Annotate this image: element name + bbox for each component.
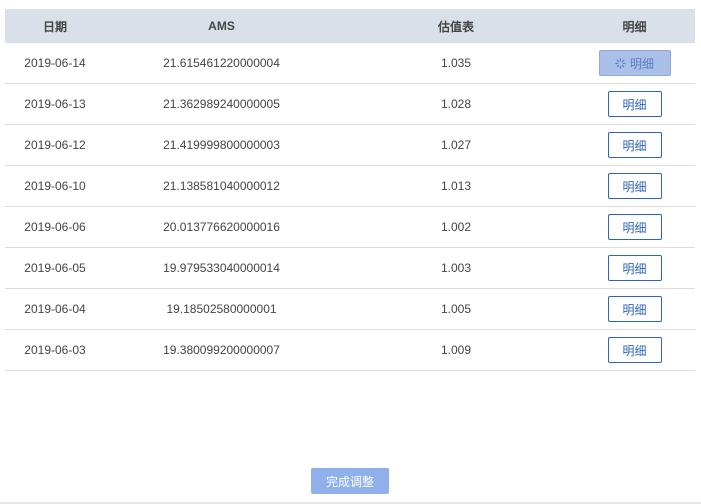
cell-detail: 明细 bbox=[574, 337, 695, 363]
cell-ams: 19.380099200000007 bbox=[163, 343, 280, 357]
cell-valuation: 1.028 bbox=[440, 97, 472, 111]
cell-date: 2019-06-10 bbox=[24, 179, 86, 193]
spinner-icon bbox=[615, 57, 626, 69]
cell-valuation: 1.003 bbox=[440, 261, 472, 275]
detail-button[interactable]: 明细 bbox=[607, 214, 662, 240]
detail-button[interactable]: 明细 bbox=[607, 173, 662, 199]
cell-date: 2019-06-06 bbox=[24, 220, 86, 234]
cell-ams: 20.013776620000016 bbox=[163, 220, 280, 234]
cell-valuation: 1.027 bbox=[440, 138, 472, 152]
cell-date: 2019-06-14 bbox=[24, 56, 86, 70]
detail-button[interactable]: 明细 bbox=[607, 296, 662, 322]
table-row: 2019-06-04 19.18502580000001 1.005 明细 bbox=[5, 289, 695, 330]
cell-date: 2019-06-04 bbox=[24, 302, 86, 316]
table-row: 2019-06-14 21.615461220000004 1.035 明细 bbox=[5, 43, 695, 84]
table-row: 2019-06-12 21.419999800000003 1.027 明细 bbox=[5, 125, 695, 166]
cell-date: 2019-06-12 bbox=[24, 138, 86, 152]
cell-detail: 明细 bbox=[574, 91, 695, 117]
detail-button-label: 明细 bbox=[629, 56, 654, 71]
table-row: 2019-06-13 21.362989240000005 1.028 明细 bbox=[5, 84, 695, 125]
detail-button[interactable]: 明细 bbox=[607, 337, 662, 363]
cell-date: 2019-06-13 bbox=[24, 97, 86, 111]
cell-ams: 21.138581040000012 bbox=[163, 179, 280, 193]
cell-ams: 21.362989240000005 bbox=[163, 97, 280, 111]
cell-valuation: 1.013 bbox=[440, 179, 472, 193]
data-table: 日期 AMS 估值表 明细 2019-06-14 21.615461220000… bbox=[5, 9, 695, 371]
table-row: 2019-06-05 19.979533040000014 1.003 明细 bbox=[5, 248, 695, 289]
cell-detail: 明细 bbox=[574, 255, 695, 281]
cell-date: 2019-06-03 bbox=[24, 343, 86, 357]
cell-detail: 明细 bbox=[574, 50, 695, 76]
cell-ams: 21.419999800000003 bbox=[163, 138, 280, 152]
page: 日期 AMS 估值表 明细 2019-06-14 21.615461220000… bbox=[0, 0, 701, 504]
header-date: 日期 bbox=[42, 19, 67, 34]
table-row: 2019-06-10 21.138581040000012 1.013 明细 bbox=[5, 166, 695, 207]
detail-button[interactable]: 明细 bbox=[607, 132, 662, 158]
cell-ams: 19.18502580000001 bbox=[166, 302, 277, 316]
table-header: 日期 AMS 估值表 明细 bbox=[5, 9, 695, 43]
cell-valuation: 1.009 bbox=[440, 343, 472, 357]
cell-ams: 19.979533040000014 bbox=[163, 261, 280, 275]
cell-valuation: 1.035 bbox=[440, 56, 472, 70]
cell-valuation: 1.002 bbox=[440, 220, 472, 234]
detail-button[interactable]: 明细 bbox=[598, 50, 671, 76]
complete-adjustment-button[interactable]: 完成调整 bbox=[311, 468, 389, 494]
cell-detail: 明细 bbox=[574, 296, 695, 322]
cell-detail: 明细 bbox=[574, 214, 695, 240]
detail-button[interactable]: 明细 bbox=[607, 91, 662, 117]
cell-detail: 明细 bbox=[574, 173, 695, 199]
cell-detail: 明细 bbox=[574, 132, 695, 158]
cell-ams: 21.615461220000004 bbox=[163, 56, 280, 70]
header-valuation: 估值表 bbox=[437, 19, 474, 34]
cell-valuation: 1.005 bbox=[440, 302, 472, 316]
table-row: 2019-06-03 19.380099200000007 1.009 明细 bbox=[5, 330, 695, 371]
table-row: 2019-06-06 20.013776620000016 1.002 明细 bbox=[5, 207, 695, 248]
detail-button[interactable]: 明细 bbox=[607, 255, 662, 281]
header-ams: AMS bbox=[208, 19, 235, 33]
cell-date: 2019-06-05 bbox=[24, 261, 86, 275]
header-detail: 明细 bbox=[622, 19, 647, 34]
